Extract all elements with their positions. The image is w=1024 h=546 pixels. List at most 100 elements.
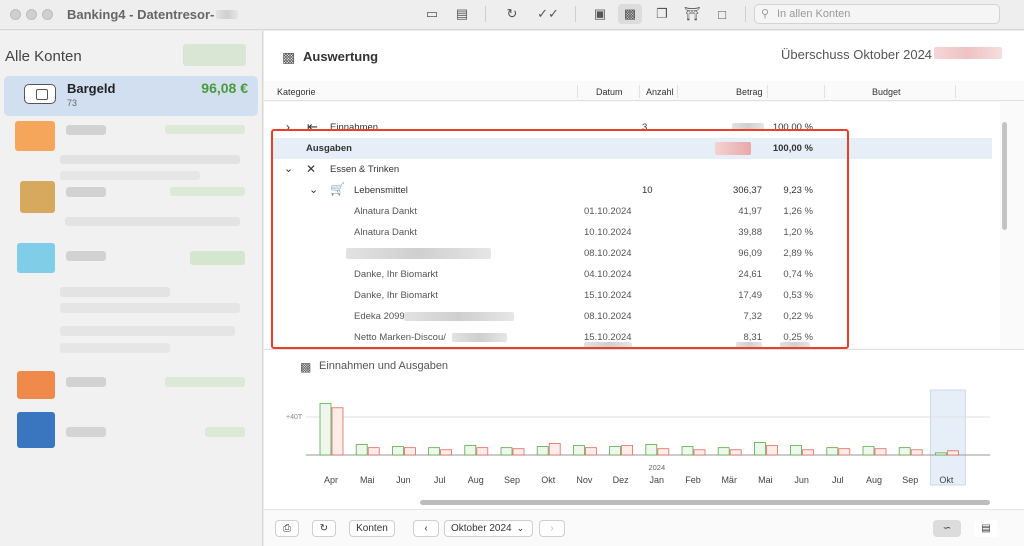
titlebar: Banking4 - Datentresor- ▭ ▤ ↻ ✓✓ ▣ ▩ ❐ ⛩… bbox=[0, 0, 1024, 30]
chevron-down-icon: ⌄ bbox=[516, 523, 525, 533]
x-tick-label: Jan bbox=[650, 475, 665, 485]
line-chart-icon: ∽ bbox=[942, 523, 952, 534]
account-item-cash[interactable]: Bargeld 73 96,08 € bbox=[4, 76, 258, 116]
close-window-icon[interactable] bbox=[10, 9, 21, 20]
table-header: Kategorie Datum Anzahl Betrag Budget bbox=[264, 83, 1024, 101]
refresh-icon[interactable]: ↻ bbox=[500, 4, 524, 24]
expense-bar bbox=[947, 450, 959, 456]
column-budget[interactable]: Budget bbox=[872, 87, 901, 97]
report-header: ▩ Auswertung Überschuss Oktober 2024 bbox=[264, 31, 1024, 81]
x-tick-label: Dez bbox=[613, 475, 630, 485]
zoom-window-icon[interactable] bbox=[42, 9, 53, 20]
accounts-sidebar: Alle Konten Bargeld 73 96,08 € bbox=[0, 31, 263, 546]
window-title: Banking4 - Datentresor- bbox=[67, 7, 239, 22]
income-bar bbox=[790, 445, 802, 456]
expense-bar bbox=[910, 449, 923, 456]
period-select[interactable]: Oktober 2024 ⌄ bbox=[444, 520, 533, 537]
wallet-icon bbox=[24, 84, 56, 104]
expense-bar bbox=[331, 407, 344, 456]
income-bar bbox=[319, 403, 332, 456]
expense-bar bbox=[621, 445, 634, 456]
x-tick-label: Jul bbox=[434, 475, 446, 485]
income-bar bbox=[572, 445, 585, 456]
income-bar bbox=[645, 444, 658, 456]
chart-scrollbar[interactable] bbox=[420, 500, 990, 505]
selected-month-highlight bbox=[929, 389, 966, 486]
x-tick-label: Apr bbox=[324, 475, 338, 485]
x-tick-label: Mai bbox=[360, 475, 375, 485]
table-scrollbar[interactable] bbox=[1000, 102, 1008, 272]
income-expense-chart: ▩ Einnahmen und Ausgaben +40T Apr Mai Jun Ju… bbox=[264, 349, 1024, 509]
x-tick-label: Feb bbox=[685, 475, 701, 485]
chart-icon[interactable]: ▩ bbox=[618, 4, 642, 24]
income-bar bbox=[862, 446, 875, 456]
column-amount[interactable]: Betrag bbox=[736, 87, 763, 97]
expense-bar bbox=[548, 443, 561, 456]
chart-view-button[interactable]: ∽ bbox=[933, 520, 961, 537]
expense-bar bbox=[657, 448, 670, 456]
x-tick-label: Jun bbox=[396, 475, 411, 485]
bottom-toolbar: ⎙ ↻ Konten ‹ Oktober 2024 ⌄ › ∽ ▤ bbox=[264, 509, 1024, 546]
expense-bar bbox=[440, 449, 453, 456]
highlight-frame bbox=[271, 129, 849, 349]
refresh-icon: ↻ bbox=[319, 523, 329, 534]
chart-plot[interactable]: +40T Apr Mai Jun Jul Aug Sep Okt Nov Dez Jan Feb Mär… bbox=[264, 350, 1024, 495]
refresh-button[interactable]: ↻ bbox=[312, 520, 336, 537]
chevron-left-icon: ‹ bbox=[424, 523, 428, 534]
y-tick-label: +40T bbox=[286, 414, 303, 421]
income-bar bbox=[500, 447, 513, 456]
income-bar bbox=[355, 444, 368, 456]
x-tick-label: Okt bbox=[541, 475, 556, 485]
bar-chart-icon: ▩ bbox=[282, 49, 296, 65]
income-bar bbox=[717, 447, 730, 456]
minimize-window-icon[interactable] bbox=[26, 9, 37, 20]
income-bar bbox=[428, 447, 441, 456]
bank-icon[interactable]: ⛩ bbox=[680, 4, 704, 24]
documents-icon[interactable]: ❐ bbox=[650, 4, 674, 24]
expense-bar bbox=[802, 449, 814, 456]
safe-icon[interactable]: ▣ bbox=[588, 4, 612, 24]
accounts-button[interactable]: Konten bbox=[349, 520, 395, 537]
x-tick-label: Mai bbox=[758, 475, 773, 485]
x-tick-label: Jun bbox=[794, 475, 809, 485]
table-icon: ▤ bbox=[981, 523, 991, 534]
x-tick-label: Mär bbox=[721, 475, 737, 485]
expense-bar bbox=[403, 447, 416, 456]
code-view-icon[interactable]: ▤ bbox=[450, 4, 474, 24]
income-bar bbox=[681, 446, 694, 456]
income-bar bbox=[464, 445, 477, 456]
income-bar bbox=[935, 452, 947, 456]
checkmark-icon[interactable]: ✓✓ bbox=[536, 4, 560, 24]
collapse-sidebar-icon[interactable]: ▭ bbox=[420, 4, 444, 24]
previous-period-button[interactable]: ‹ bbox=[413, 520, 439, 537]
expense-bar bbox=[584, 447, 597, 456]
x-tick-label: Aug bbox=[468, 475, 484, 485]
income-bar bbox=[898, 447, 911, 456]
column-category[interactable]: Kategorie bbox=[277, 87, 316, 97]
x-tick-label: Sep bbox=[902, 475, 918, 485]
search-icon: ⚲ bbox=[761, 8, 770, 20]
expense-bar bbox=[765, 445, 778, 456]
page-title: Auswertung bbox=[303, 49, 379, 64]
expense-bar bbox=[838, 448, 851, 456]
income-bar bbox=[609, 446, 622, 456]
x-tick-label: Aug bbox=[866, 475, 882, 485]
total-balance-redacted bbox=[183, 44, 246, 66]
search-input[interactable]: ⚲ In allen Konten bbox=[754, 4, 1000, 24]
printer-icon: ⎙ bbox=[283, 523, 291, 534]
next-period-button[interactable]: › bbox=[539, 520, 565, 537]
column-count[interactable]: Anzahl bbox=[646, 87, 674, 97]
expense-bar bbox=[367, 447, 380, 456]
income-bar bbox=[753, 442, 766, 456]
expense-bar bbox=[512, 448, 525, 456]
expense-bar bbox=[729, 449, 742, 456]
x-tick-label: Okt bbox=[939, 475, 954, 485]
year-label: 2024 bbox=[648, 463, 665, 472]
column-date[interactable]: Datum bbox=[596, 87, 623, 97]
table-view-button[interactable]: ▤ bbox=[974, 520, 998, 537]
income-bar bbox=[826, 447, 839, 456]
x-tick-label: Nov bbox=[576, 475, 593, 485]
chevron-right-icon: › bbox=[550, 523, 554, 534]
print-button[interactable]: ⎙ bbox=[275, 520, 299, 537]
inbox-icon[interactable]: □ bbox=[710, 4, 734, 24]
